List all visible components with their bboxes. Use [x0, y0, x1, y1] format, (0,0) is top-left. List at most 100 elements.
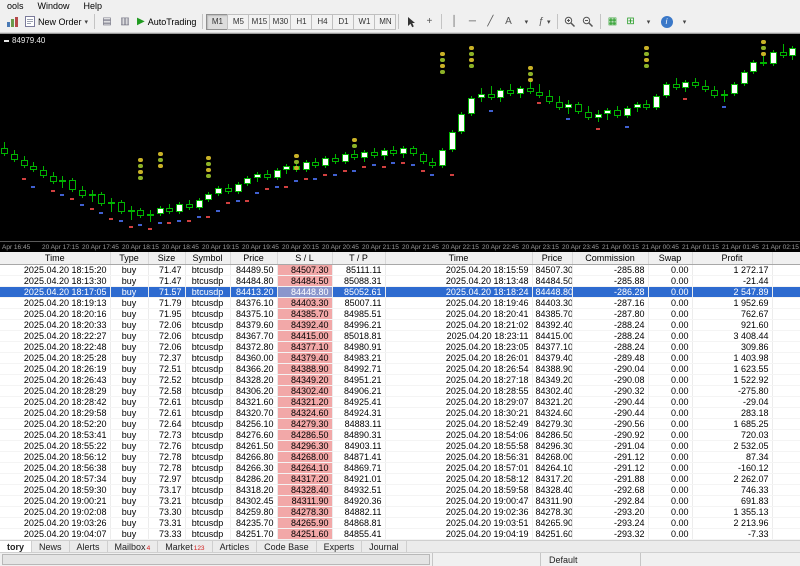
trendline-button[interactable]: ╱ [481, 13, 499, 31]
history-row[interactable]: 2025.04.20 18:57:34 buy 72.97 btcusdp 84286.… [0, 473, 800, 485]
autotrading-button[interactable]: ▶ AutoTrading [134, 13, 199, 31]
column-header-sl[interactable]: S / L [277, 252, 333, 265]
new-chart-button[interactable] [3, 13, 22, 31]
horizontal-scrollbar[interactable] [2, 554, 430, 565]
history-row[interactable]: 2025.04.20 19:04:07 buy 73.33 btcusdp 84251.… [0, 528, 800, 540]
cell-commission: -289.48 [572, 352, 649, 364]
history-row[interactable]: 2025.04.20 18:59:30 buy 73.17 btcusdp 84318.… [0, 484, 800, 496]
history-row[interactable]: 2025.04.20 18:28:29 buy 72.58 btcusdp 84306.… [0, 385, 800, 397]
cascade-windows-button[interactable]: ⊞ [622, 13, 640, 31]
history-row[interactable]: 2025.04.20 18:28:42 buy 72.61 btcusdp 84321.… [0, 396, 800, 408]
timeframe-mn-button[interactable]: MN [374, 13, 397, 30]
tab-code-base[interactable]: Code Base [257, 541, 317, 552]
history-row[interactable]: 2025.04.20 18:20:33 buy 72.06 btcusdp 84379.… [0, 319, 800, 331]
timeframe-h4-button[interactable]: H4 [311, 13, 334, 30]
history-row[interactable]: 2025.04.20 18:53:41 buy 72.73 btcusdp 84276.… [0, 429, 800, 441]
column-header-price-open[interactable]: Price [230, 252, 278, 265]
column-header-filler[interactable] [772, 252, 800, 265]
history-row[interactable]: 2025.04.20 18:56:12 buy 72.78 btcusdp 84266.… [0, 451, 800, 463]
history-row[interactable]: 2025.04.20 18:25:28 buy 72.37 btcusdp 84360.… [0, 352, 800, 364]
text-tool-button[interactable]: A [499, 13, 517, 31]
history-row[interactable]: 2025.04.20 18:55:22 buy 72.76 btcusdp 84261.… [0, 440, 800, 452]
history-row[interactable]: 2025.04.20 19:00:21 buy 73.21 btcusdp 84302.… [0, 495, 800, 507]
cell-tp: 85111.11 [332, 264, 386, 276]
history-row[interactable]: 2025.04.20 19:03:26 buy 73.31 btcusdp 84235.… [0, 517, 800, 529]
cell-profit: 720.03 [692, 429, 773, 441]
zoom-out-button[interactable] [579, 13, 597, 31]
tab-journal[interactable]: Journal [362, 541, 407, 552]
zoom-in-button[interactable] [561, 13, 579, 31]
indicators-button[interactable]: ƒ ▾ [535, 13, 553, 31]
cell-price-close: 84392.40 [532, 319, 573, 331]
history-row[interactable]: 2025.04.20 18:15:20 buy 71.47 btcusdp 84489.… [0, 264, 800, 276]
menu-item-ools[interactable]: ools [7, 1, 24, 11]
history-table: Time Type Size Symbol Price S / LT / P Time Pri… [0, 252, 800, 540]
history-row[interactable]: 2025.04.20 18:26:43 buy 72.52 btcusdp 84328.… [0, 374, 800, 386]
chart-plot[interactable] [0, 34, 800, 241]
data-window-button[interactable]: ▥ [116, 13, 134, 31]
trade-tick [284, 186, 289, 188]
tab-news[interactable]: News [32, 541, 70, 552]
history-row[interactable]: 2025.04.20 18:26:19 buy 72.51 btcusdp 84366.… [0, 363, 800, 375]
cursor-button[interactable] [402, 13, 420, 31]
crosshair-button[interactable]: + [420, 13, 438, 31]
history-row[interactable]: 2025.04.20 18:19:13 buy 71.79 btcusdp 84376.… [0, 297, 800, 309]
history-row[interactable]: 2025.04.20 18:17:05 buy 71.57 btcusdp 84413.… [0, 286, 800, 298]
column-header-size[interactable]: Size [148, 252, 186, 265]
column-header-profit[interactable]: Profit [692, 252, 773, 265]
tab-market[interactable]: Market 123 [158, 541, 213, 552]
tab-mailbox[interactable]: Mailbox 4 [108, 541, 159, 552]
column-header-commission[interactable]: Commission [572, 252, 649, 265]
timeframe-h1-button[interactable]: H1 [290, 13, 313, 30]
menu-item-help[interactable]: Help [84, 1, 103, 11]
history-row[interactable]: 2025.04.20 18:52:20 buy 72.64 btcusdp 84256.… [0, 418, 800, 430]
timeframe-m30-button[interactable]: M30 [269, 13, 292, 30]
timeframe-m15-button[interactable]: M15 [248, 13, 271, 30]
new-order-button[interactable]: New Order ▾ [22, 13, 91, 31]
cell-type: buy [110, 264, 149, 276]
history-header-row[interactable]: Time Type Size Symbol Price S / LT / P Time Pri… [0, 252, 800, 265]
cell-size: 71.95 [148, 308, 186, 320]
tab-alerts[interactable]: Alerts [70, 541, 108, 552]
vertical-line-button[interactable]: │ [445, 13, 463, 31]
history-row[interactable]: 2025.04.20 18:29:58 buy 72.61 btcusdp 84320.… [0, 407, 800, 419]
status-panel-empty [432, 553, 540, 566]
history-row[interactable]: 2025.04.20 18:22:48 buy 72.06 btcusdp 84372.… [0, 341, 800, 353]
status-profile[interactable]: Default [540, 553, 640, 566]
history-row[interactable]: 2025.04.20 18:22:27 buy 72.06 btcusdp 84367.… [0, 330, 800, 342]
tile-windows-button[interactable]: ▦ [604, 13, 622, 31]
layouts-dropdown-button[interactable]: ▾ [640, 13, 658, 31]
more-dropdown-button[interactable]: ▾ [676, 13, 694, 31]
candle [147, 214, 154, 216]
history-row[interactable]: 2025.04.20 19:02:08 buy 73.30 btcusdp 84259.… [0, 506, 800, 518]
cell-filler [772, 462, 800, 474]
timeframe-w1-button[interactable]: W1 [353, 13, 376, 30]
history-row[interactable]: 2025.04.20 18:56:38 buy 72.78 btcusdp 84266.… [0, 462, 800, 474]
cell-filler [772, 451, 800, 463]
column-header-type[interactable]: Type [110, 252, 149, 265]
column-header-time-open[interactable]: Time [0, 252, 111, 265]
shapes-button[interactable]: ▾ [517, 13, 535, 31]
tab-tory[interactable]: tory [0, 541, 33, 552]
time-axis-label: 20 Apr 20:45 [322, 244, 359, 251]
cell-tp: 85052.61 [332, 286, 386, 298]
timeframe-m1-button[interactable]: M1 [206, 13, 229, 30]
column-header-time-close[interactable]: Time [385, 252, 533, 265]
history-row[interactable]: 2025.04.20 18:13:30 buy 71.47 btcusdp 84484.… [0, 275, 800, 287]
tab-experts[interactable]: Experts [317, 541, 363, 552]
column-header-swap[interactable]: Swap [648, 252, 693, 265]
cell-symbol: btcusdp [185, 473, 231, 485]
history-row[interactable]: 2025.04.20 18:20:16 buy 71.95 btcusdp 84375.… [0, 308, 800, 320]
column-header-price-close[interactable]: Price [532, 252, 573, 265]
menu-item-window[interactable]: Window [38, 1, 70, 11]
timeframe-m5-button[interactable]: M5 [227, 13, 250, 30]
market-watch-button[interactable]: ▤ [98, 13, 116, 31]
column-header-symbol[interactable]: Symbol [185, 252, 231, 265]
horizontal-line-button[interactable]: ─ [463, 13, 481, 31]
tab-articles[interactable]: Articles [213, 541, 258, 552]
timeframe-d1-button[interactable]: D1 [332, 13, 355, 30]
help-button[interactable]: i [658, 13, 676, 31]
column-header-tp[interactable]: T / P [332, 252, 386, 265]
time-axis-label: 20 Apr 19:45 [242, 244, 279, 251]
cell-filler [772, 429, 800, 441]
